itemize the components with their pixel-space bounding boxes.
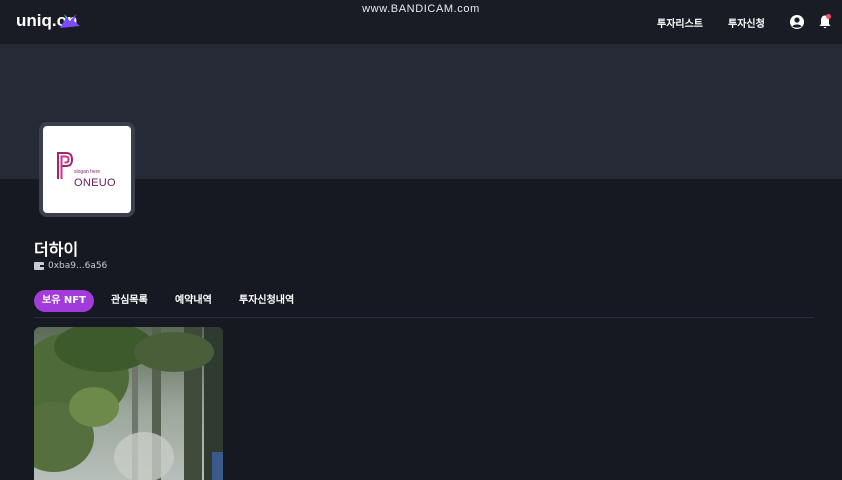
profile-tabs: 보유 NFT 관심목록 예약내역 투자신청내역 (34, 290, 814, 318)
recording-watermark: www.BANDICAM.com (362, 3, 480, 15)
wallet-address-row: 0xba9...6a56 (34, 261, 107, 271)
nav-invest-list[interactable]: 투자리스트 (657, 15, 703, 30)
tab-investment-applications[interactable]: 투자신청내역 (239, 290, 294, 312)
tab-watchlist[interactable]: 관심목록 (111, 290, 148, 312)
nft-forest-image (34, 327, 223, 480)
nft-card[interactable] (34, 327, 223, 480)
profile-name: 더하이 (34, 240, 79, 259)
user-circle-icon[interactable] (789, 14, 805, 30)
profile-avatar: slogan here ONEUO (39, 122, 135, 217)
tab-reservations[interactable]: 예약내역 (175, 290, 212, 312)
tab-owned-nft[interactable]: 보유 NFT (34, 290, 94, 312)
wallet-address[interactable]: 0xba9...6a56 (48, 261, 107, 271)
avatar-brand: ONEUO (74, 177, 116, 189)
nav-invest-apply[interactable]: 투자신청 (728, 15, 765, 30)
brand-p-logo-icon (57, 152, 73, 179)
wallet-icon (34, 262, 44, 270)
avatar-slogan: slogan here (74, 169, 101, 175)
